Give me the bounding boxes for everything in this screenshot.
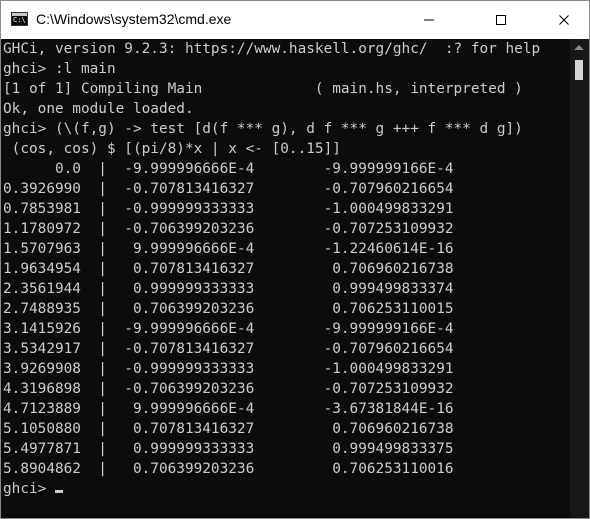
minimize-button[interactable] xyxy=(406,1,452,39)
terminal-line: 1.9634954 | 0.707813416327 0.70696021673… xyxy=(3,261,454,277)
close-icon xyxy=(559,15,569,25)
terminal-line: 0.3926990 | -0.707813416327 -0.707960216… xyxy=(3,181,454,197)
terminal-line: 3.1415926 | -9.999996666E-4 -9.999999166… xyxy=(3,321,454,337)
cmd-app-icon: C:\ xyxy=(11,12,28,26)
scrollbar-thumb[interactable] xyxy=(575,60,583,80)
terminal-line: 1.5707963 | 9.999996666E-4 -1.22460614E-… xyxy=(3,241,454,257)
terminal-line: 0.0 | -9.999996666E-4 -9.999999166E-4 xyxy=(3,161,454,177)
terminal-line: ghci> :l main xyxy=(3,61,116,77)
terminal-line: 1.1780972 | -0.706399203236 -0.707253109… xyxy=(3,221,454,237)
terminal-line: 0.7853981 | -0.999999333333 -1.000499833… xyxy=(3,201,454,217)
terminal-line: 2.7488935 | 0.706399203236 0.70625311001… xyxy=(3,301,454,317)
terminal-line: 3.9269908 | -0.999999333333 -1.000499833… xyxy=(3,361,454,377)
terminal-line: 5.4977871 | 0.999999333333 0.99949983337… xyxy=(3,441,454,457)
vertical-scrollbar[interactable] xyxy=(570,39,589,518)
terminal-line: [1 of 1] Compiling Main ( main.hs, inter… xyxy=(3,81,523,97)
text-cursor xyxy=(54,490,63,493)
minimize-icon xyxy=(424,19,434,21)
terminal-line: GHCi, version 9.2.3: https://www.haskell… xyxy=(3,41,541,57)
terminal-line: 2.3561944 | 0.999999333333 0.99949983337… xyxy=(3,281,454,297)
ghci-prompt: ghci> xyxy=(3,481,55,497)
prompt-line[interactable]: ghci> xyxy=(1,479,570,499)
terminal-line: 5.8904862 | 0.706399203236 0.70625311001… xyxy=(3,461,454,477)
terminal-line: 4.7123889 | 9.999996666E-4 -3.67381844E-… xyxy=(3,401,454,417)
terminal-line: 4.3196898 | -0.706399203236 -0.707253109… xyxy=(3,381,454,397)
terminal-line: (cos, cos) $ [(pi/8)*x | x <- [0..15]] xyxy=(3,141,341,157)
terminal-line: 3.5342917 | -0.707813416327 -0.707960216… xyxy=(3,341,454,357)
terminal-line: 5.1050880 | 0.707813416327 0.70696021673… xyxy=(3,421,454,437)
terminal-line: Ok, one module loaded. xyxy=(3,101,194,117)
terminal-line: ghci> (\(f,g) -> test [d(f *** g), d f *… xyxy=(3,121,523,137)
terminal-output[interactable]: GHCi, version 9.2.3: https://www.haskell… xyxy=(1,39,570,518)
maximize-icon xyxy=(496,15,506,25)
maximize-button[interactable] xyxy=(478,1,524,39)
title-bar[interactable]: C:\ C:\Windows\system32\cmd.exe xyxy=(1,1,589,39)
cmd-window: C:\ C:\Windows\system32\cmd.exe GHCi, ve… xyxy=(0,0,590,519)
close-button[interactable] xyxy=(541,1,587,39)
window-title: C:\Windows\system32\cmd.exe xyxy=(36,11,232,27)
scroll-up-arrow-icon[interactable] xyxy=(574,45,584,50)
